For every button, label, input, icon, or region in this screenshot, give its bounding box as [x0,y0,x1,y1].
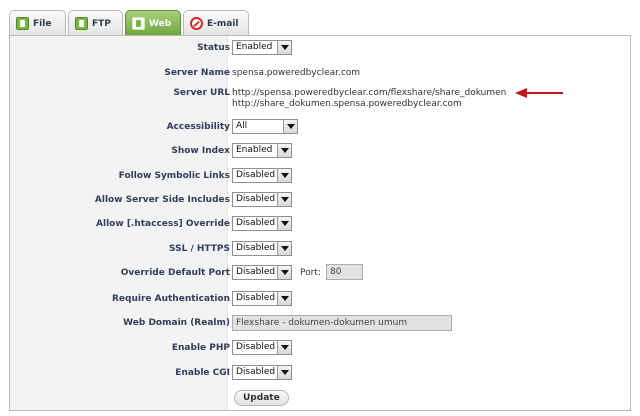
chevron-down-icon [277,169,291,182]
tab-ftp-label: FTP [92,18,111,29]
row-follow-symlinks: Follow Symbolic Links Disabled [10,168,630,186]
htaccess-select[interactable]: Disabled [232,216,292,231]
tab-web-label: Web [149,18,172,29]
row-ssi: Allow Server Side Includes Disabled [10,192,630,210]
follow-symlinks-value: Disabled [236,170,276,180]
ssl-label: SSL / HTTPS [169,244,230,254]
override-port-select[interactable]: Disabled [232,265,292,280]
arrow-pointer-icon [515,88,563,98]
ftp-icon [75,17,88,30]
chevron-down-icon [277,266,291,279]
ssi-select[interactable]: Disabled [232,192,292,207]
chevron-down-icon [277,292,291,305]
require-auth-value: Disabled [236,293,276,303]
show-index-select[interactable]: Enabled [232,143,292,158]
accessibility-label: Accessibility [166,122,230,132]
show-index-label: Show Index [171,146,230,156]
chevron-down-icon [277,242,291,255]
row-server-name: Server Name spensa.poweredbyclear.com [10,65,630,83]
row-htaccess: Allow [.htaccess] Override Disabled [10,216,630,234]
ssi-label: Allow Server Side Includes [94,195,230,205]
show-index-value: Enabled [236,145,273,155]
cgi-select[interactable]: Disabled [232,365,292,380]
htaccess-value: Disabled [236,218,276,228]
php-label: Enable PHP [171,343,230,353]
row-accessibility: Accessibility All [10,119,630,137]
chevron-down-icon [277,217,291,230]
chevron-down-icon [277,193,291,206]
php-select[interactable]: Disabled [232,340,292,355]
cgi-value: Disabled [236,367,276,377]
ssl-select[interactable]: Disabled [232,241,292,256]
status-value: Enabled [236,42,273,52]
row-realm: Web Domain (Realm) Flexshare - dokumen-d… [10,315,630,333]
override-port-label: Override Default Port [120,268,230,278]
email-icon [190,17,203,30]
ssl-value: Disabled [236,243,276,253]
server-url-2[interactable]: http://share_dokumen.spensa.poweredbycle… [232,98,462,110]
server-name-label: Server Name [164,68,230,78]
port-input[interactable]: 80 [326,264,363,280]
realm-input[interactable]: Flexshare - dokumen-dokumen umum [232,315,452,331]
ssi-value: Disabled [236,194,276,204]
tab-email[interactable]: E-mail [183,10,249,36]
row-php: Enable PHP Disabled [10,340,630,358]
chevron-down-icon [277,144,291,157]
realm-label: Web Domain (Realm) [123,318,230,328]
server-name-value: spensa.poweredbyclear.com [232,68,361,78]
port-label: Port: [300,268,321,278]
status-label: Status [197,43,230,53]
server-url-label: Server URL [173,88,230,98]
tab-file[interactable]: File [9,10,66,36]
web-icon [132,17,145,30]
tab-file-label: File [33,18,52,29]
tab-web[interactable]: Web [125,10,181,36]
row-ssl: SSL / HTTPS Disabled [10,241,630,259]
tab-ftp[interactable]: FTP [68,10,123,36]
status-select[interactable]: Enabled [232,40,292,55]
follow-symlinks-select[interactable]: Disabled [232,168,292,183]
accessibility-select[interactable]: All [232,119,298,134]
chevron-down-icon [283,120,297,133]
chevron-down-icon [277,341,291,354]
htaccess-label: Allow [.htaccess] Override [96,219,230,229]
row-override-port: Override Default Port Disabled Port: 80 [10,264,630,283]
row-cgi: Enable CGI Disabled [10,365,630,383]
web-settings-panel: Status Enabled Server Name spensa.powere… [9,35,631,411]
accessibility-value: All [236,121,248,131]
update-button[interactable]: Update [234,390,289,406]
tab-email-label: E-mail [207,18,239,29]
chevron-down-icon [277,41,291,54]
override-port-value: Disabled [236,267,276,277]
php-value: Disabled [236,342,276,352]
chevron-down-icon [277,366,291,379]
cgi-label: Enable CGI [175,368,230,378]
row-status: Status Enabled [10,40,630,58]
row-require-auth: Require Authentication Disabled [10,291,630,309]
row-server-url: Server URL http://spensa.poweredbyclear.… [10,85,630,111]
row-show-index: Show Index Enabled [10,143,630,161]
follow-symlinks-label: Follow Symbolic Links [118,171,230,181]
require-auth-select[interactable]: Disabled [232,291,292,306]
require-auth-label: Require Authentication [111,294,230,304]
file-icon [16,17,29,30]
